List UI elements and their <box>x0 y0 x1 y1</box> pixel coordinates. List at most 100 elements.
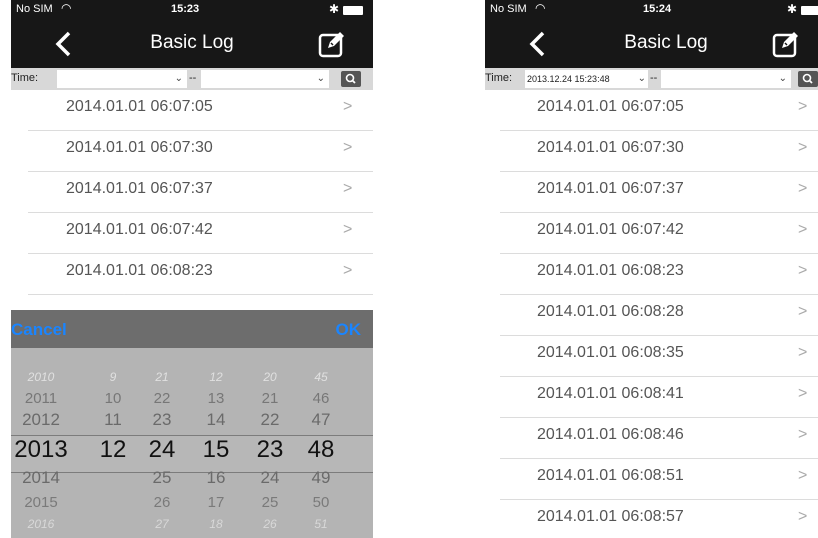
picker-value: 27 <box>155 517 169 531</box>
log-row[interactable]: 2014.01.01 06:08:23 > <box>485 254 818 295</box>
log-timestamp: 2014.01.01 06:07:30 <box>537 139 684 156</box>
log-row[interactable]: 2014.01.01 06:07:30 > <box>485 131 818 172</box>
wifi-icon: ◠ <box>535 1 546 15</box>
log-row[interactable]: 2014.01.01 06:07:37 > <box>485 172 818 213</box>
navigation-bar: Basic Log <box>11 20 373 68</box>
search-icon <box>802 73 813 84</box>
log-row[interactable]: 2014.01.01 06:07:05 > <box>11 90 373 131</box>
log-timestamp: 2014.01.01 06:07:42 <box>537 221 684 238</box>
picker-value: 21 <box>155 370 169 384</box>
ok-button[interactable]: OK <box>336 320 362 340</box>
time-filter-bar: Time: ⌄ -- ⌄ <box>11 68 373 90</box>
chevron-right-icon: > <box>343 221 353 238</box>
chevron-right-icon: > <box>343 180 353 197</box>
log-row[interactable]: 2014.01.01 06:08:46 > <box>485 418 818 459</box>
status-bar: No SIM ◠ 15:24 ✱ <box>485 0 818 20</box>
log-row[interactable]: 2014.01.01 06:08:51 > <box>485 459 818 500</box>
chevron-right-icon: > <box>798 303 808 320</box>
picker-value: 23 <box>152 410 172 429</box>
chevron-right-icon: > <box>798 262 808 279</box>
left-screen: No SIM ◠ 15:23 ✱ Basic Log Time: ⌄ -- ⌄ <box>11 0 373 538</box>
picker-value: 16 <box>206 468 226 487</box>
start-time-select[interactable]: ⌄ <box>57 70 187 88</box>
search-button[interactable] <box>341 71 361 87</box>
date-time-picker[interactable]: Cancel OK 2010 9 21 12 20 45 2011 10 22 13 21 46 201… <box>11 310 373 538</box>
picker-value: 2011 <box>24 390 58 407</box>
carrier-label: No SIM <box>16 3 53 15</box>
chevron-right-icon: > <box>798 385 808 402</box>
picker-value: 46 <box>312 390 330 407</box>
picker-value: 2014 <box>22 468 60 487</box>
chevron-right-icon: > <box>798 180 808 197</box>
log-timestamp: 2014.01.01 06:08:57 <box>537 508 684 525</box>
log-timestamp: 2014.01.01 06:08:23 <box>537 262 684 279</box>
search-button[interactable] <box>798 71 818 87</box>
picker-value: 24 <box>148 436 176 463</box>
log-row[interactable]: 2014.01.01 06:07:42 > <box>11 213 373 254</box>
log-timestamp: 2014.01.01 06:08:46 <box>537 426 684 443</box>
log-list: 2014.01.01 06:07:05 >2014.01.01 06:07:30 >… <box>485 90 818 538</box>
picker-value: 2010 <box>27 370 55 384</box>
picker-value: 45 <box>314 370 328 384</box>
cancel-button[interactable]: Cancel <box>11 320 67 340</box>
picker-value: 2015 <box>24 494 58 511</box>
picker-value: 50 <box>312 494 330 511</box>
navigation-bar: Basic Log <box>485 20 818 68</box>
battery-icon <box>801 6 818 15</box>
battery-icon <box>343 6 363 15</box>
picker-value: 2013 <box>14 436 68 463</box>
edit-button[interactable] <box>316 28 348 60</box>
chevron-right-icon: > <box>798 467 808 484</box>
picker-value: 15 <box>202 436 230 463</box>
time-filter-bar: Time: 2013.12.24 15:23:48 ⌄ -- ⌄ <box>485 68 818 90</box>
search-icon <box>345 73 356 84</box>
bluetooth-icon: ✱ <box>787 2 798 16</box>
picker-value: 18 <box>209 517 223 531</box>
picker-value: 25 <box>152 468 172 487</box>
picker-value: 47 <box>311 410 331 429</box>
chevron-right-icon: > <box>343 98 353 115</box>
log-row[interactable]: 2014.01.01 06:08:41 > <box>485 377 818 418</box>
clock: 15:24 <box>643 3 672 15</box>
log-row[interactable]: 2014.01.01 06:07:30 > <box>11 131 373 172</box>
picker-value: 2016 <box>27 517 55 531</box>
page-title: Basic Log <box>624 32 708 53</box>
log-timestamp: 2014.01.01 06:08:51 <box>537 467 684 484</box>
log-timestamp: 2014.01.01 06:08:35 <box>537 344 684 361</box>
chevron-right-icon: > <box>798 426 808 443</box>
end-time-select[interactable]: ⌄ <box>661 70 791 88</box>
log-row[interactable]: 2014.01.01 06:07:37 > <box>11 172 373 213</box>
chevron-down-icon: ⌄ <box>316 73 325 84</box>
picker-value: 17 <box>207 494 225 511</box>
log-timestamp: 2014.01.01 06:08:28 <box>537 303 684 320</box>
range-separator: -- <box>189 72 197 84</box>
log-row[interactable]: 2014.01.01 06:08:23 > <box>11 254 373 295</box>
row-divider <box>28 294 373 295</box>
picker-value: 49 <box>311 468 331 487</box>
picker-value: 48 <box>307 436 335 463</box>
log-timestamp: 2014.01.01 06:07:42 <box>66 221 213 238</box>
chevron-right-icon: > <box>798 139 808 156</box>
start-time-select[interactable]: 2013.12.24 15:23:48 ⌄ <box>525 70 648 88</box>
log-row[interactable]: 2014.01.01 06:07:05 > <box>485 90 818 131</box>
log-list: 2014.01.01 06:07:05 > 2014.01.01 06:07:30 >… <box>11 90 373 295</box>
right-screen: No SIM ◠ 15:24 ✱ Basic Log Time: 2013.12… <box>485 0 818 538</box>
chevron-down-icon: ⌄ <box>637 73 646 84</box>
time-label: Time: <box>11 72 39 84</box>
chevron-right-icon: > <box>798 344 808 361</box>
edit-button[interactable] <box>770 28 802 60</box>
log-timestamp: 2014.01.01 06:07:05 <box>537 98 684 115</box>
log-row[interactable]: 2014.01.01 06:08:35 > <box>485 336 818 377</box>
log-row[interactable]: 2014.01.01 06:08:57 > <box>485 500 818 538</box>
end-time-select[interactable]: ⌄ <box>201 70 329 88</box>
log-timestamp: 2014.01.01 06:07:30 <box>66 139 213 156</box>
log-row[interactable]: 2014.01.01 06:07:42 > <box>485 213 818 254</box>
chevron-right-icon: > <box>343 139 353 156</box>
log-row[interactable]: 2014.01.01 06:08:28 > <box>485 295 818 336</box>
range-separator: -- <box>650 72 658 84</box>
chevron-right-icon: > <box>798 98 808 115</box>
log-timestamp: 2014.01.01 06:08:41 <box>537 385 684 402</box>
chevron-right-icon: > <box>798 508 808 525</box>
picker-value: 14 <box>206 410 226 429</box>
picker-toolbar: Cancel OK <box>11 310 373 348</box>
